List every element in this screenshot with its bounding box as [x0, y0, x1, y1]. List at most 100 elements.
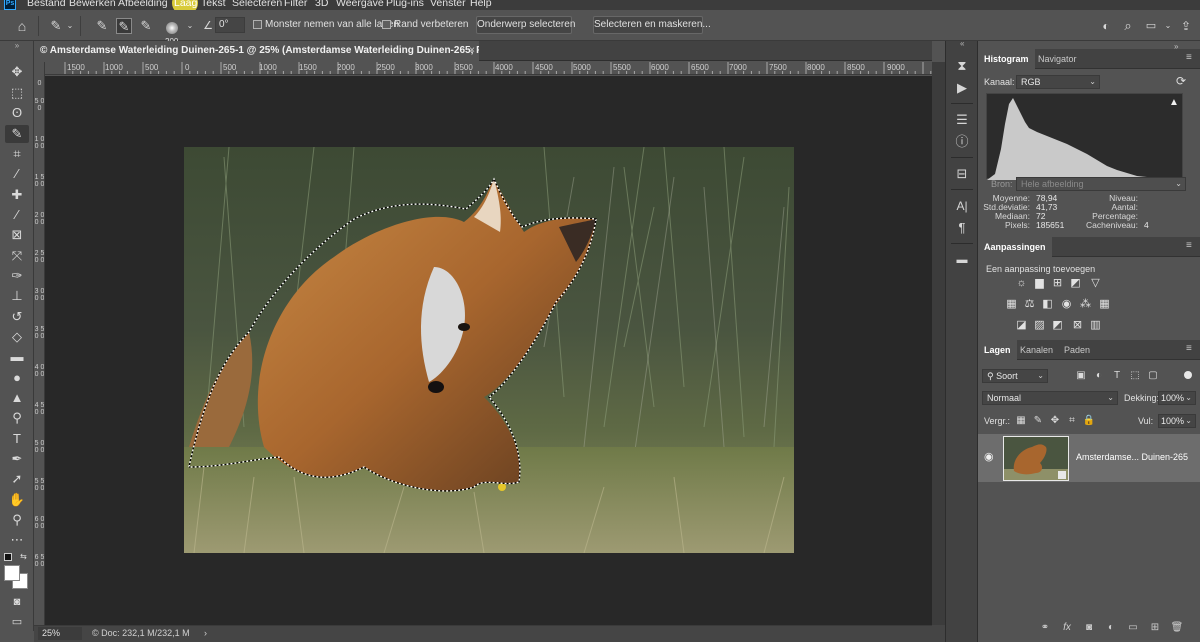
layer-name[interactable]: Amsterdamse... Duinen-265: [1076, 452, 1188, 462]
menu-plug-ins[interactable]: Plug-ins: [386, 0, 424, 9]
tab-histogram[interactable]: Histogram: [978, 49, 1035, 69]
more-tools-icon[interactable]: ⋯: [5, 531, 29, 549]
crop-tool-icon[interactable]: ⌗: [5, 145, 29, 163]
filter-toggle-icon[interactable]: [1184, 371, 1192, 379]
horizontal-ruler[interactable]: 1500 1000 500 0 500 1000 1500 2000 2500 …: [45, 62, 932, 75]
transform-tool-icon[interactable]: ⤧: [5, 247, 29, 265]
brush-preview-icon[interactable]: [166, 22, 178, 34]
layer-filter-select[interactable]: ⚲ Soort ⌄: [982, 369, 1048, 383]
workspace-chevron-icon[interactable]: ⌄: [1160, 18, 1176, 34]
refresh-icon[interactable]: ⟳: [1176, 74, 1186, 88]
panel-menu-icon[interactable]: ≡: [1186, 241, 1196, 251]
actions-panel-icon[interactable]: ▶: [952, 79, 972, 97]
brightness-contrast-icon[interactable]: ☼: [1015, 277, 1028, 289]
sharpen-tool-icon[interactable]: ▲: [5, 389, 29, 407]
collapse-toolbar-icon[interactable]: »: [0, 41, 34, 51]
menu-laag[interactable]: Laag: [174, 0, 197, 9]
black-white-icon[interactable]: ◧: [1041, 298, 1054, 310]
opacity-input[interactable]: 100% ⌄: [1158, 391, 1196, 405]
add-mask-icon[interactable]: ◙: [1082, 621, 1096, 635]
fox-photo[interactable]: [184, 147, 794, 553]
tab-navigator[interactable]: Navigator: [1032, 49, 1083, 69]
menu-selecteren[interactable]: Selecteren: [232, 0, 282, 9]
menu-venster[interactable]: Venster: [430, 0, 466, 9]
chevron-down-icon[interactable]: ⌄: [62, 18, 78, 34]
gradient-tool-icon[interactable]: ▬: [5, 348, 29, 366]
libraries-panel-icon[interactable]: ⊟: [952, 165, 972, 183]
panel-menu-icon[interactable]: ≡: [1186, 344, 1196, 354]
pixel-layer-filter-icon[interactable]: ▣: [1074, 369, 1088, 383]
layer-row[interactable]: ◉ Amsterdamse... Duinen-265: [978, 434, 1200, 482]
link-layers-icon[interactable]: ⚭: [1038, 621, 1052, 635]
posterize-icon[interactable]: ▨: [1033, 319, 1046, 331]
clone-stamp-tool-icon[interactable]: ⊥: [5, 287, 29, 305]
panel-menu-icon[interactable]: ≡: [1186, 53, 1196, 63]
lock-transparent-icon[interactable]: ▦: [1014, 414, 1028, 428]
adjustment-layer-filter-icon[interactable]: ◐: [1092, 369, 1106, 383]
history-brush-tool-icon[interactable]: ↺: [5, 308, 29, 326]
spot-healing-tool-icon[interactable]: ✚: [5, 186, 29, 204]
home-icon[interactable]: ⌂: [14, 18, 30, 34]
angle-input[interactable]: 0°: [215, 17, 245, 33]
levels-icon[interactable]: ▆: [1033, 277, 1046, 289]
menu-tekst[interactable]: Tekst: [201, 0, 226, 9]
new-layer-icon[interactable]: ⊞: [1148, 621, 1162, 635]
tab-adjustments[interactable]: Aanpassingen: [978, 237, 1052, 257]
tab-paths[interactable]: Paden: [1058, 340, 1096, 360]
smart-object-filter-icon[interactable]: ▢: [1146, 369, 1160, 383]
info-panel-icon[interactable]: ⓘ: [952, 133, 972, 151]
share-user-icon[interactable]: ◐: [1098, 18, 1114, 34]
tab-layers[interactable]: Lagen: [978, 340, 1017, 360]
layer-style-icon[interactable]: fx: [1060, 621, 1074, 635]
quick-mask-icon[interactable]: ◙: [5, 593, 29, 611]
foreground-color-swatch[interactable]: [4, 565, 20, 581]
path-selection-tool-icon[interactable]: ➚: [5, 470, 29, 488]
new-adjustment-layer-icon[interactable]: ◐: [1104, 621, 1118, 635]
brush-tool-icon[interactable]: ∕: [5, 206, 29, 224]
frame-tool-icon[interactable]: ⊠: [5, 226, 29, 244]
lock-all-icon[interactable]: 🔒: [1082, 414, 1096, 428]
photo-filter-icon[interactable]: ◉: [1060, 298, 1073, 310]
enhance-edge-checkbox[interactable]: [382, 20, 391, 29]
eraser-tool-icon[interactable]: ◇: [5, 328, 29, 346]
lock-image-icon[interactable]: ✎: [1031, 414, 1045, 428]
channel-mixer-icon[interactable]: ⁂: [1079, 298, 1092, 310]
add-to-selection-icon[interactable]: ✎: [116, 18, 132, 34]
threshold-icon[interactable]: ◩: [1051, 319, 1064, 331]
blend-mode-select[interactable]: Normaal ⌄: [982, 391, 1118, 405]
curves-icon[interactable]: ⊞: [1051, 277, 1064, 289]
eyedropper-tool-icon[interactable]: ⁄: [5, 165, 29, 183]
menu-bestand[interactable]: Bestand: [27, 0, 66, 9]
close-tab-icon[interactable]: ×: [466, 41, 478, 61]
new-group-icon[interactable]: ▭: [1126, 621, 1140, 635]
workspace-icon[interactable]: ▭: [1143, 18, 1159, 34]
quick-selection-tool-icon[interactable]: ✎: [5, 125, 29, 143]
lock-artboard-icon[interactable]: ⌗: [1065, 414, 1079, 428]
color-lookup-icon[interactable]: ▦: [1098, 298, 1111, 310]
hue-saturation-icon[interactable]: ▦: [1005, 298, 1018, 310]
lock-position-icon[interactable]: ✥: [1048, 414, 1062, 428]
source-select[interactable]: Hele afbeelding ⌄: [1016, 177, 1186, 191]
menu-weergave[interactable]: Weergave: [336, 0, 384, 9]
tab-channels[interactable]: Kanalen: [1014, 340, 1059, 360]
shape-layer-filter-icon[interactable]: ⬚: [1128, 369, 1142, 383]
selective-color-icon[interactable]: ⊠: [1071, 319, 1084, 331]
menu-help[interactable]: Help: [470, 0, 492, 9]
subtract-from-selection-icon[interactable]: ✎: [138, 18, 154, 34]
invert-icon[interactable]: ◪: [1015, 319, 1028, 331]
delete-layer-icon[interactable]: 🗑: [1170, 621, 1184, 635]
expand-panels-icon[interactable]: «: [960, 39, 964, 48]
layer-thumbnail[interactable]: [1003, 436, 1069, 481]
color-balance-icon[interactable]: ⚖: [1023, 298, 1036, 310]
swap-colors-icon[interactable]: ⇆: [20, 552, 27, 561]
marquee-tool-icon[interactable]: ⬚: [5, 84, 29, 102]
gradient-map-icon[interactable]: ▥: [1089, 319, 1102, 331]
eye-icon[interactable]: ◉: [984, 450, 994, 463]
search-icon[interactable]: ⌕: [1120, 18, 1136, 34]
type-layer-filter-icon[interactable]: T: [1110, 369, 1124, 383]
canvas-area[interactable]: [45, 76, 932, 625]
menu-bewerken[interactable]: Bewerken: [69, 0, 116, 9]
vibrance-icon[interactable]: ▽: [1089, 277, 1102, 289]
move-tool-icon[interactable]: ✥: [5, 63, 29, 81]
menu-filter[interactable]: Filter: [284, 0, 307, 9]
